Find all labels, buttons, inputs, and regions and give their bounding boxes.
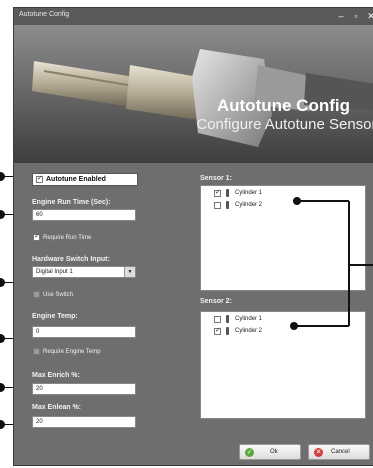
autotune-enabled-label: Autotune Enabled bbox=[46, 176, 106, 183]
autotune-enabled-checkbox[interactable]: Autotune Enabled bbox=[32, 173, 138, 186]
sensor-2-cylinder-2-checkbox[interactable] bbox=[214, 326, 221, 335]
engine-run-time-label: Engine Run Time (Sec): bbox=[32, 199, 111, 206]
require-run-time-checkbox[interactable] bbox=[33, 232, 40, 241]
banner-title: Autotune Config bbox=[216, 96, 350, 115]
engine-run-time-input[interactable]: 60 bbox=[32, 209, 136, 221]
minimize-icon[interactable]: – bbox=[334, 10, 348, 22]
use-switch-checkbox[interactable] bbox=[33, 291, 40, 298]
list-item-label: Cylinder 2 bbox=[235, 328, 263, 334]
sensor-1-label: Sensor 1: bbox=[200, 175, 232, 182]
ok-button[interactable]: ✓ Ok bbox=[239, 444, 301, 460]
autotune-config-window: Autotune Config – ▫ ✕ Autotune Config Co… bbox=[13, 7, 373, 466]
max-enlean-input[interactable]: 20 bbox=[32, 416, 136, 428]
sensor-1-cylinder-1-checkbox[interactable] bbox=[214, 188, 221, 197]
maximize-icon[interactable]: ▫ bbox=[349, 10, 363, 22]
title-bar: Autotune Config – ▫ ✕ bbox=[14, 8, 373, 25]
hardware-switch-label: Hardware Switch Input: bbox=[32, 256, 110, 263]
window-title: Autotune Config bbox=[19, 11, 70, 18]
require-engine-temp-checkbox[interactable] bbox=[33, 348, 40, 355]
close-icon[interactable]: ✕ bbox=[364, 10, 373, 22]
max-enlean-label: Max Enlean %: bbox=[32, 404, 82, 411]
require-run-time-label: Require Run Time bbox=[43, 235, 92, 241]
hardware-switch-select[interactable]: Digital Input 1 ▼ bbox=[32, 266, 136, 278]
require-engine-temp-label: Require Engine Temp bbox=[43, 349, 101, 355]
engine-temp-label: Engine Temp: bbox=[32, 313, 78, 320]
cancel-button-label: Cancel bbox=[331, 449, 350, 455]
sensor-2-list: Cylinder 1 Cylinder 2 bbox=[200, 311, 366, 419]
sensor-icon bbox=[226, 315, 229, 323]
oxygen-sensor-image bbox=[32, 49, 373, 147]
sensor-icon bbox=[226, 327, 229, 335]
ok-button-label: Ok bbox=[270, 449, 278, 455]
sensor-2-cylinder-1-checkbox[interactable] bbox=[214, 316, 221, 323]
engine-temp-input[interactable]: 0 bbox=[32, 326, 136, 338]
max-enrich-input[interactable]: 20 bbox=[32, 383, 136, 395]
max-enrich-label: Max Enrich %: bbox=[32, 372, 80, 379]
use-switch-label: Use Switch bbox=[43, 292, 74, 298]
check-icon: ✓ bbox=[245, 448, 254, 457]
sensor-icon bbox=[226, 201, 229, 209]
chevron-down-icon[interactable]: ▼ bbox=[124, 267, 135, 277]
hardware-switch-value: Digital Input 1 bbox=[36, 269, 73, 275]
list-item[interactable]: Cylinder 1 bbox=[201, 315, 361, 325]
sensor-1-cylinder-2-checkbox[interactable] bbox=[214, 202, 221, 209]
banner-subtitle: Configure Autotune Sensors bbox=[196, 116, 373, 133]
list-item[interactable]: Cylinder 1 bbox=[201, 188, 361, 199]
list-item-label: Cylinder 2 bbox=[235, 202, 263, 208]
sensor-1-list: Cylinder 1 Cylinder 2 bbox=[200, 185, 366, 291]
list-item[interactable]: Cylinder 2 bbox=[201, 326, 361, 337]
header-banner: Autotune Config Configure Autotune Senso… bbox=[14, 25, 373, 163]
sensor-2-label: Sensor 2: bbox=[200, 298, 232, 305]
sensor-icon bbox=[226, 189, 229, 197]
autotune-enabled-check[interactable] bbox=[36, 174, 43, 183]
list-item-label: Cylinder 1 bbox=[235, 316, 263, 322]
list-item[interactable]: Cylinder 2 bbox=[201, 201, 361, 211]
cancel-button[interactable]: ✕ Cancel bbox=[308, 444, 370, 460]
list-item-label: Cylinder 1 bbox=[235, 190, 263, 196]
cancel-icon: ✕ bbox=[314, 448, 323, 457]
